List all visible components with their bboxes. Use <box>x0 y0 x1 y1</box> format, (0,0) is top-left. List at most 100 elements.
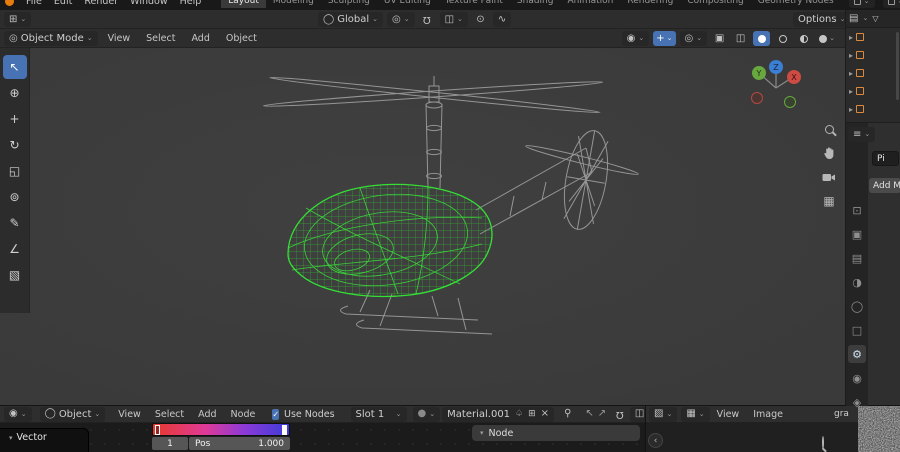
outliner-row[interactable]: ▸ <box>846 46 900 64</box>
workspace-tab-compositing[interactable]: Compositing <box>680 0 750 8</box>
properties-search-field[interactable]: Pi <box>872 151 899 166</box>
workspace-tab-animation[interactable]: Animation <box>560 0 620 8</box>
tool-annotate[interactable]: ✎ <box>3 211 27 235</box>
expander-icon[interactable]: ▸ <box>849 51 853 60</box>
expander-icon[interactable]: ▸ <box>849 33 853 42</box>
workspace-tab-geometry-nodes[interactable]: Geometry Nodes <box>751 0 841 8</box>
ramp-position-field[interactable]: Pos 1.000 <box>189 437 290 450</box>
workspace-tab-texture-paint[interactable]: Texture Paint <box>438 0 510 8</box>
expander-icon[interactable]: ▸ <box>849 87 853 96</box>
image-mode-dropdown[interactable]: ▦ ⌄ <box>681 406 710 422</box>
material-preview-dropdown[interactable]: ● ⌄ <box>412 406 441 422</box>
image-zoom-button[interactable] <box>822 436 824 449</box>
outliner-scrollbar[interactable] <box>896 32 899 100</box>
tool-transform[interactable]: ⊚ <box>3 185 27 209</box>
snap-settings-dropdown[interactable]: ◫ ⌄ <box>439 12 468 27</box>
menu-add[interactable]: Add <box>185 33 215 44</box>
menu-render[interactable]: Render <box>78 0 124 7</box>
gizmo-neg-y-axis[interactable] <box>784 96 796 108</box>
menu-window[interactable]: Window <box>124 0 173 7</box>
shading-wireframe-button[interactable] <box>774 31 791 46</box>
magnet-icon[interactable]: Ω <box>616 409 624 420</box>
menu-help[interactable]: Help <box>174 0 208 7</box>
tab-modifiers[interactable]: ⚙ <box>848 345 866 363</box>
show-gizmo-toggle[interactable]: + ⌄ <box>653 31 676 46</box>
collapse-region-button[interactable]: ‹ <box>648 433 663 448</box>
options-dropdown[interactable]: Options ⌄ <box>793 12 851 27</box>
tool-measure[interactable]: ∠ <box>3 237 27 261</box>
pivot-point-dropdown[interactable]: ◎ ⌄ <box>386 12 415 27</box>
proportional-edit-button[interactable]: ⊙ <box>472 12 489 27</box>
shading-solid-button[interactable] <box>753 31 771 46</box>
outliner-row[interactable]: ▸ <box>846 100 900 118</box>
shader-editor-type-button[interactable]: ◉ ⌄ <box>4 406 32 422</box>
menu-image[interactable]: Image <box>746 409 790 420</box>
image-name[interactable]: gra <box>834 409 849 419</box>
tool-move[interactable]: + <box>3 107 27 131</box>
color-ramp-widget[interactable]: 1 Pos 1.000 <box>152 423 290 450</box>
tool-cursor[interactable]: ⊕ <box>3 81 27 105</box>
blender-logo-icon[interactable] <box>5 0 14 6</box>
color-ramp-gradient[interactable] <box>152 423 290 436</box>
region-toggle[interactable]: ◫ <box>732 31 749 46</box>
viewport-3d[interactable]: Z Y X <box>0 48 845 405</box>
toggle-ortho-button[interactable]: ▦ <box>820 192 838 210</box>
helicopter-model[interactable] <box>30 48 845 405</box>
snap-toggle-button[interactable]: Ω <box>419 12 436 27</box>
outliner-filter-icon[interactable]: ▤ <box>849 13 858 24</box>
add-material-button[interactable]: Add M <box>869 178 900 193</box>
parent-up-icon[interactable]: ↖ <box>585 409 593 419</box>
tab-object[interactable]: □ <box>848 321 866 339</box>
workspace-tab-uv-editing[interactable]: UV Editing <box>377 0 438 8</box>
tab-physics[interactable]: ◉ <box>848 369 866 387</box>
parent-down-icon[interactable]: ↗ <box>598 409 606 419</box>
tool-rotate[interactable]: ↻ <box>3 133 27 157</box>
workspace-tab-rendering[interactable]: Rendering <box>620 0 680 8</box>
editor-type-button[interactable]: ⊞ ⌄ <box>4 12 32 27</box>
shading-material-button[interactable] <box>795 31 812 46</box>
shader-type-dropdown[interactable]: ◯ Object ⌄ <box>39 406 106 422</box>
node-panel-header[interactable]: ▾ Node <box>472 425 640 441</box>
tab-scene[interactable]: ◑ <box>848 273 866 291</box>
noise-texture-preview[interactable] <box>858 406 900 452</box>
object-visibility-dropdown[interactable]: ◉ ⌄ <box>621 31 650 46</box>
tool-scale[interactable]: ◱ <box>3 159 27 183</box>
outliner-row[interactable]: ▸ <box>846 64 900 82</box>
shading-rendered-button[interactable]: ⌄ <box>816 31 838 46</box>
workspace-tab-layout[interactable]: Layout <box>221 0 266 8</box>
collapse-node-icon[interactable]: ▾ <box>9 435 13 442</box>
camera-view-button[interactable] <box>820 168 838 186</box>
transform-orientation-dropdown[interactable]: ◯ Global ⌄ <box>318 12 383 27</box>
panel-collapse-icon[interactable]: ▾ <box>480 429 484 437</box>
navigation-gizmo[interactable]: Z Y X <box>748 58 804 116</box>
menu-node[interactable]: Node <box>224 409 263 420</box>
tool-add-cube[interactable]: ▧ <box>3 263 27 287</box>
menu-view[interactable]: View <box>710 409 747 420</box>
ramp-stop-marker-active[interactable] <box>282 425 287 435</box>
gizmo-neg-x-axis[interactable] <box>751 92 763 104</box>
view-layer-selector[interactable]: ⌄ <box>882 0 900 8</box>
menu-edit[interactable]: Edit <box>48 0 78 7</box>
funnel-icon[interactable]: ▽ <box>872 14 878 23</box>
zoom-button[interactable] <box>820 120 838 138</box>
expander-icon[interactable]: ▸ <box>849 69 853 78</box>
xray-toggle[interactable]: ▣ <box>711 31 728 46</box>
tab-output[interactable]: ▤ <box>848 249 866 267</box>
ramp-index-field[interactable]: 1 <box>152 437 188 450</box>
menu-view[interactable]: View <box>102 33 137 44</box>
expander-icon[interactable]: ▸ <box>849 105 853 114</box>
overlays-dropdown[interactable]: ◎ ⌄ <box>679 31 708 46</box>
menu-add[interactable]: Add <box>191 409 223 420</box>
use-nodes-checkbox[interactable]: ✓ <box>272 408 280 420</box>
node-editor-canvas[interactable]: ▾ Vector 1 Pos 1.000 ▾ Node <box>0 423 645 452</box>
ramp-stop-marker[interactable] <box>155 425 160 435</box>
vector-node[interactable]: ▾ Vector <box>0 428 89 452</box>
scene-selector[interactable]: ⌄ <box>848 0 875 8</box>
workspace-tab-modeling[interactable]: Modeling <box>266 0 321 8</box>
unlink-icon[interactable]: × <box>541 409 549 419</box>
tab-tool[interactable]: ⊡ <box>848 201 866 219</box>
image-editor-type-button[interactable]: ▨ ⌄ <box>649 406 678 422</box>
outliner-row[interactable]: ▸ <box>846 82 900 100</box>
tab-world[interactable]: ◯ <box>848 297 866 315</box>
pan-button[interactable] <box>820 144 838 162</box>
